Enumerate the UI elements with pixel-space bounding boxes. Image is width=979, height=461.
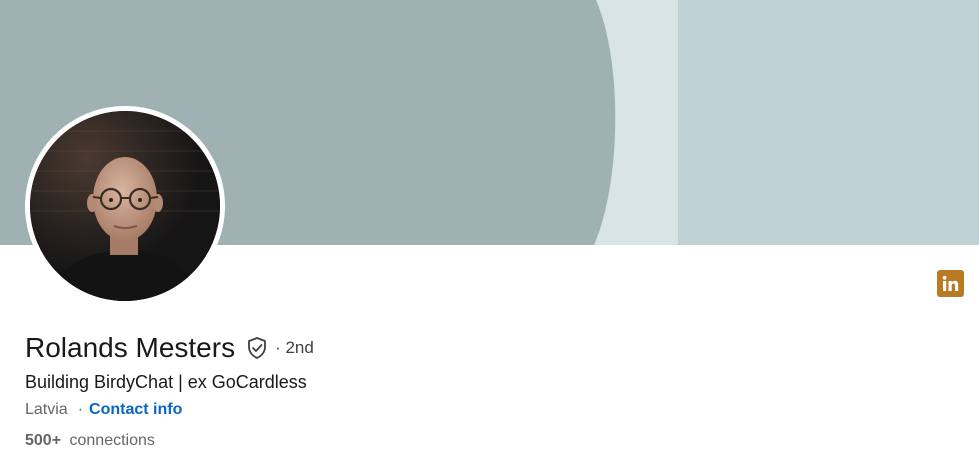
profile-location: Latvia [25, 401, 68, 418]
shield-check-icon[interactable] [244, 336, 269, 361]
location-row: Latvia · Contact info [25, 401, 182, 419]
connections-row[interactable]: 500+ connections [25, 432, 155, 450]
profile-headline: Building BirdyChat | ex GoCardless [25, 372, 307, 392]
name-row: Rolands Mesters · 2nd [25, 328, 314, 368]
profile-card: Rolands Mesters · 2nd Building BirdyChat… [0, 0, 979, 461]
contact-info-link[interactable]: Contact info [89, 401, 182, 419]
profile-avatar[interactable] [25, 106, 225, 306]
separator-dot: · [77, 401, 84, 418]
profile-name: Rolands Mesters [25, 332, 236, 363]
connection-degree: · 2nd [275, 338, 314, 357]
avatar-photo [30, 111, 220, 301]
connections-label: connections [69, 432, 155, 449]
linkedin-icon[interactable] [937, 270, 964, 297]
connections-count: 500+ [25, 432, 62, 449]
